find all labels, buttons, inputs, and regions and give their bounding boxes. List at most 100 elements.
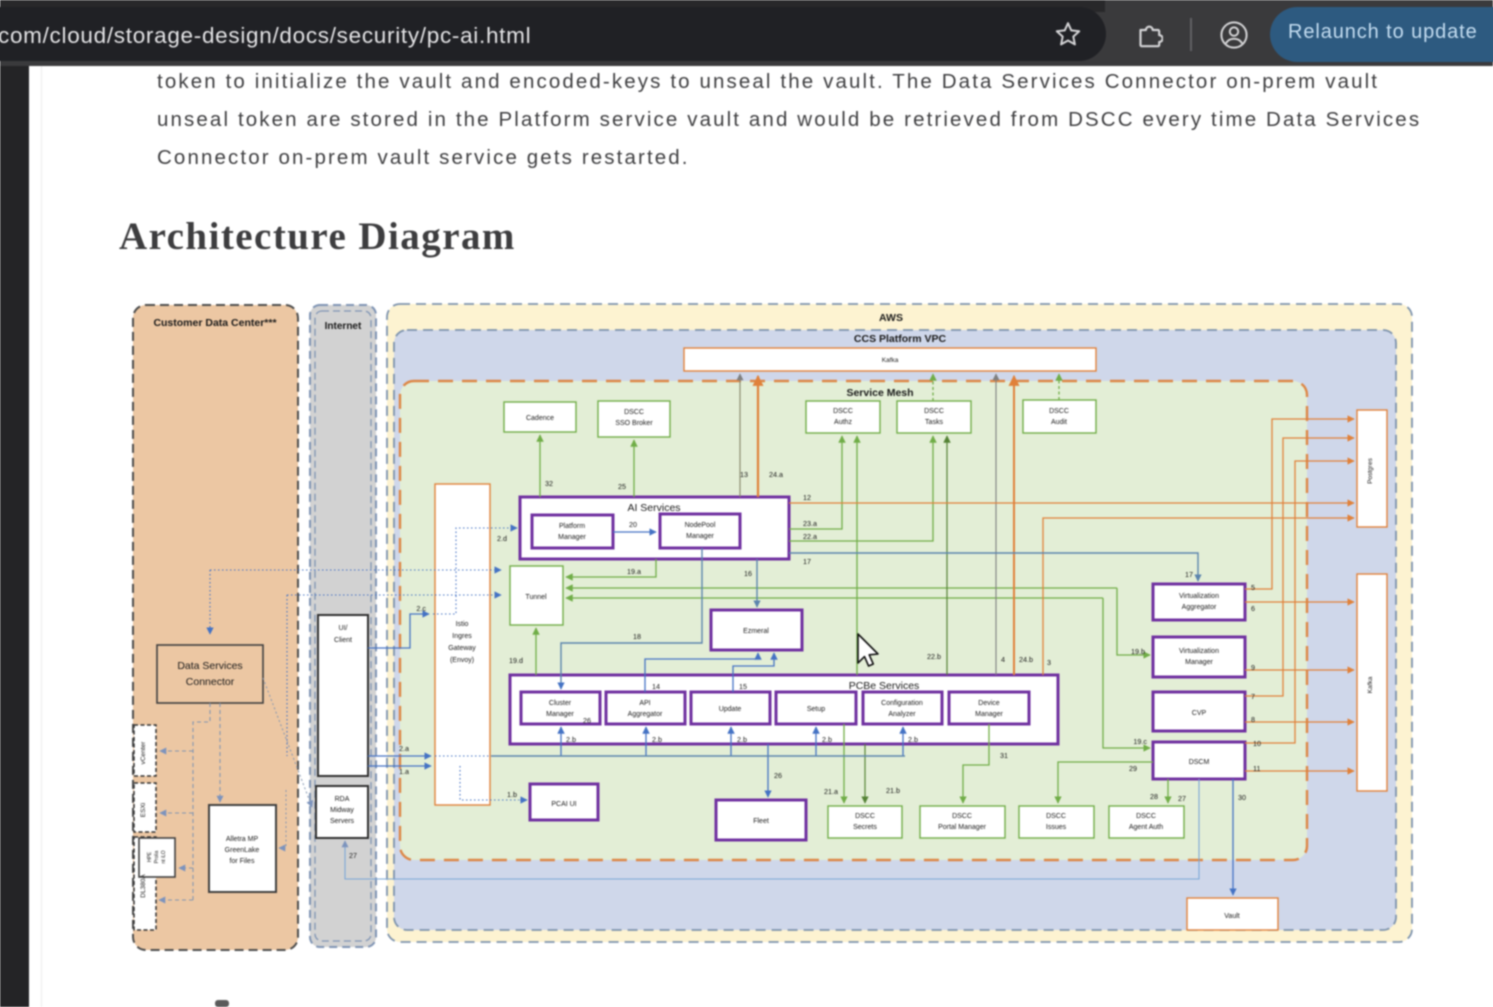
svg-text:Ingres: Ingres [452,633,472,640]
svg-text:Portal Manager: Portal Manager [938,824,987,831]
svg-text:PCAI UI: PCAI UI [551,801,576,808]
svg-text:19.c: 19.c [1133,737,1147,746]
svg-text:HPE: HPE [147,851,153,862]
svg-text:Virtualization: Virtualization [1179,648,1219,655]
svg-text:DSCC: DSCC [924,408,944,415]
svg-text:DSCC: DSCC [855,813,875,820]
svg-text:30: 30 [1238,793,1246,802]
svg-text:2.b: 2.b [652,735,662,744]
svg-text:vCenter: vCenter [140,741,147,765]
svg-text:SSO Broker: SSO Broker [615,420,653,427]
svg-text:26: 26 [583,716,591,725]
svg-text:13: 13 [740,470,748,479]
svg-text:DSCC: DSCC [952,813,972,820]
svg-text:6: 6 [1251,604,1255,613]
svg-text:AI Services: AI Services [627,502,680,514]
svg-text:Ezmeral: Ezmeral [743,628,769,635]
svg-text:17: 17 [803,557,811,566]
svg-text:28: 28 [1150,792,1158,801]
svg-text:25: 25 [618,482,626,491]
svg-text:24.a: 24.a [769,470,783,479]
svg-text:29: 29 [1129,764,1137,773]
svg-text:18: 18 [633,632,641,641]
svg-text:27: 27 [1178,794,1186,803]
svg-text:Prolia: Prolia [154,850,160,863]
svg-text:9: 9 [1251,663,1255,672]
svg-text:Tunnel: Tunnel [525,594,547,601]
svg-text:DSCC: DSCC [1136,813,1156,820]
svg-text:Update: Update [719,706,742,713]
svg-text:Aggregator: Aggregator [628,711,663,718]
svg-text:Service Mesh: Service Mesh [846,387,913,399]
svg-text:12: 12 [803,493,811,502]
svg-text:Gateway: Gateway [448,645,476,652]
svg-text:19.b: 19.b [1131,647,1145,656]
svg-text:Data Services: Data Services [177,660,242,672]
svg-text:21.b: 21.b [886,786,900,795]
svg-text:Cluster: Cluster [549,700,572,707]
svg-text:Kafka: Kafka [1367,676,1374,693]
svg-text:Vault: Vault [1224,913,1239,920]
svg-text:Platform: Platform [559,523,585,530]
svg-text:15: 15 [739,682,747,691]
svg-text:DSCC: DSCC [1049,408,1069,415]
svg-text:Postgres: Postgres [1367,457,1374,483]
svg-text:Configuration: Configuration [881,700,923,707]
svg-text:22.a: 22.a [803,532,817,541]
svg-text:ESXi: ESXi [140,803,147,817]
svg-text:Manager: Manager [686,533,714,540]
svg-text:2.a: 2.a [399,744,409,753]
svg-text:Agent Auth: Agent Auth [1129,824,1163,831]
svg-text:Aggregator: Aggregator [1182,604,1217,611]
svg-text:Customer Data Center***: Customer Data Center*** [153,317,277,329]
svg-text:23.a: 23.a [803,519,817,528]
svg-text:Manager: Manager [975,711,1003,718]
svg-text:(Envoy): (Envoy) [450,657,474,664]
svg-text:2.b: 2.b [737,735,747,744]
svg-text:DSCC: DSCC [624,409,644,416]
svg-text:3: 3 [1047,658,1051,667]
svg-text:Virtualization: Virtualization [1179,593,1219,600]
svg-text:DL380A: DL380A [140,874,147,898]
svg-text:Tasks: Tasks [925,419,943,426]
svg-text:11: 11 [1253,764,1260,773]
svg-text:1.a: 1.a [399,767,409,776]
svg-text:Internet: Internet [325,321,362,332]
svg-text:UI/: UI/ [339,625,348,632]
svg-text:4: 4 [1001,655,1005,664]
svg-text:Cadence: Cadence [526,415,554,422]
svg-text:nt iLO: nt iLO [161,850,167,863]
svg-text:NodePool: NodePool [685,522,716,529]
svg-text:Device: Device [978,700,1000,707]
svg-text:2.b: 2.b [908,735,918,744]
svg-text:Alletra MP: Alletra MP [226,836,259,843]
svg-text:Fleet: Fleet [753,818,769,825]
svg-text:Manager: Manager [558,534,586,541]
svg-text:Kafka: Kafka [882,357,899,364]
svg-text:RDA: RDA [335,796,350,803]
svg-text:7: 7 [1251,692,1255,701]
svg-text:Authz: Authz [834,419,852,426]
svg-text:10: 10 [1253,739,1261,748]
svg-text:20: 20 [629,520,637,529]
svg-text:Midway: Midway [330,807,354,814]
svg-text:Servers: Servers [330,818,355,825]
svg-text:Analyzer: Analyzer [888,711,916,718]
svg-text:31: 31 [1000,751,1008,760]
svg-text:CCS Platform VPC: CCS Platform VPC [854,333,947,345]
svg-text:19.a: 19.a [627,567,641,576]
svg-text:Manager: Manager [1185,659,1213,666]
svg-text:2.b: 2.b [566,735,576,744]
svg-text:5: 5 [1251,583,1255,592]
svg-text:1.b: 1.b [507,790,517,799]
svg-text:22.b: 22.b [927,652,941,661]
svg-text:24.b: 24.b [1019,655,1033,664]
svg-text:27: 27 [349,851,357,860]
svg-text:Client: Client [334,637,352,644]
svg-text:DSCM: DSCM [1189,759,1210,766]
svg-text:CVP: CVP [1192,710,1207,717]
svg-text:19.d: 19.d [509,656,523,665]
svg-text:8: 8 [1251,715,1255,724]
svg-text:17: 17 [1185,570,1193,579]
svg-text:Manager: Manager [546,711,574,718]
